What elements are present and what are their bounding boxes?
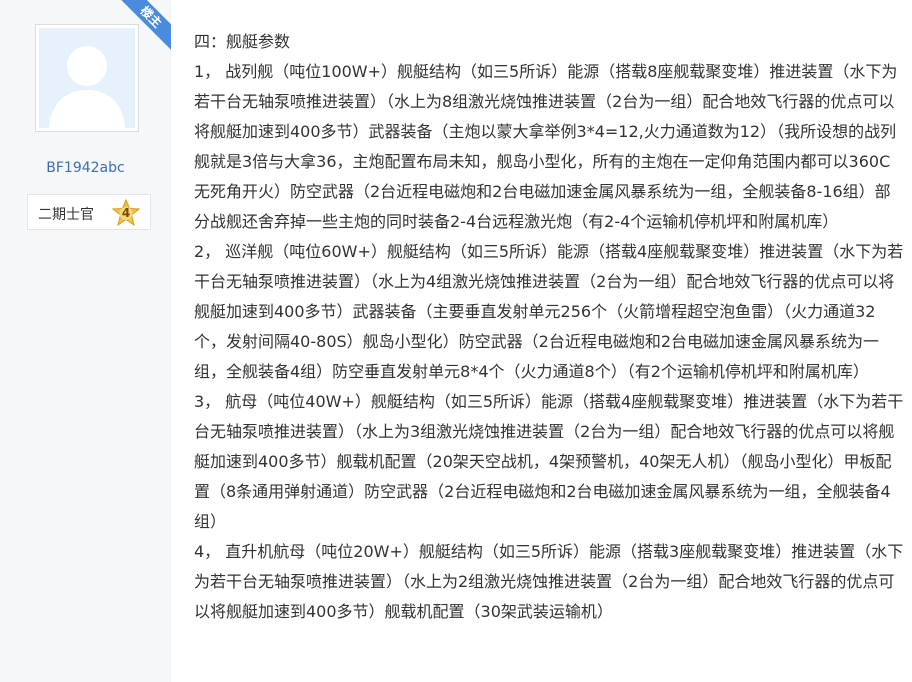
rank-title: 二期士官 <box>38 207 94 223</box>
post-content: 四：舰艇参数 1， 战列舰（吨位100W+）舰艇结构（如三5所诉）能源（搭载8座… <box>194 27 906 627</box>
post-paragraph: 1， 战列舰（吨位100W+）舰艇结构（如三5所诉）能源（搭载8座舰载聚变堆）推… <box>194 62 898 231</box>
username-link[interactable]: BF1942abc <box>0 160 171 176</box>
avatar[interactable] <box>35 24 139 132</box>
post-paragraph: 4， 直升机航母（吨位20W+）舰艇结构（如三5所诉）能源（搭载3座舰载聚变堆）… <box>194 542 904 621</box>
rank-star-icon: 4 <box>111 198 141 227</box>
post-paragraph: 3， 航母（吨位40W+）舰艇结构（如三5所诉）能源（搭载4座舰载聚变堆）推进装… <box>194 392 904 531</box>
rank-level: 4 <box>121 206 131 220</box>
post-heading: 四：舰艇参数 <box>194 32 291 51</box>
rank-box: 二期士官 4 <box>27 194 151 230</box>
post-paragraph: 2， 巡洋舰（吨位60W+）舰艇结构（如三5所诉）能源（搭载4座舰载聚变堆）推进… <box>194 242 904 381</box>
author-sidebar: 楼主 BF1942abc 二期士官 4 <box>0 0 171 682</box>
default-avatar-icon <box>39 28 135 128</box>
